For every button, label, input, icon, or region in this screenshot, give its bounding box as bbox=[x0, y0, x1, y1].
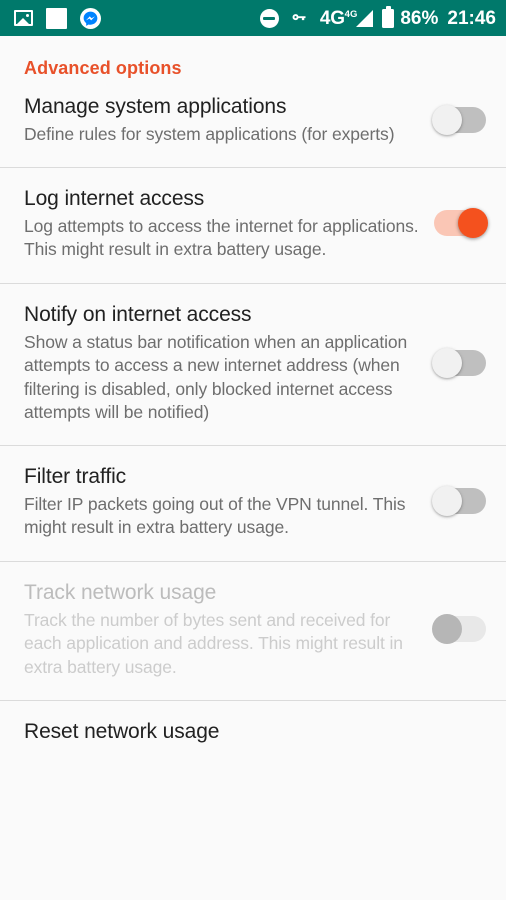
status-bar: 4G 4G 86% 21:46 bbox=[0, 0, 506, 36]
pref-row-track-network-usage: Track network usage Track the number of … bbox=[0, 561, 506, 700]
pref-row-manage-system-applications[interactable]: Manage system applications Define rules … bbox=[0, 79, 506, 167]
pref-text-block: Filter traffic Filter IP packets going o… bbox=[24, 463, 432, 540]
photo-icon bbox=[14, 10, 33, 26]
network-superscript-label: 4G bbox=[344, 8, 358, 20]
switch-log-internet-access[interactable] bbox=[432, 206, 488, 240]
pref-text-block: Notify on internet access Show a status … bbox=[24, 301, 432, 425]
pref-title: Filter traffic bbox=[24, 464, 127, 488]
battery-icon bbox=[382, 5, 395, 28]
pref-row-reset-network-usage[interactable]: Reset network usage bbox=[0, 701, 506, 745]
clock-label: 21:46 bbox=[447, 7, 496, 29]
pref-title: Log internet access bbox=[24, 186, 205, 210]
signal-indicator: 4G 4G bbox=[319, 7, 374, 29]
pref-text-block: Log internet access Log attempts to acce… bbox=[24, 185, 432, 262]
battery-percent-label: 86% bbox=[400, 7, 439, 29]
pref-summary: Log attempts to access the internet for … bbox=[24, 215, 419, 260]
switch-knob bbox=[432, 486, 462, 516]
signal-bars-icon bbox=[356, 9, 374, 27]
pref-text-block: Track network usage Track the number of … bbox=[24, 579, 432, 680]
pref-text-block: Manage system applications Define rules … bbox=[24, 93, 432, 147]
switch-knob bbox=[458, 208, 488, 238]
switch-knob bbox=[432, 104, 462, 135]
switch-manage-system-applications[interactable] bbox=[432, 103, 488, 137]
app-screen: 4G 4G 86% 21:46 Advanced options Manage … bbox=[0, 0, 506, 900]
switch-knob bbox=[432, 613, 462, 644]
white-square-icon bbox=[46, 7, 67, 29]
do-not-disturb-icon bbox=[259, 8, 279, 28]
switch-knob bbox=[432, 347, 462, 378]
vpn-key-icon bbox=[288, 9, 311, 28]
pref-row-log-internet-access[interactable]: Log internet access Log attempts to acce… bbox=[0, 167, 506, 283]
pref-summary: Filter IP packets going out of the VPN t… bbox=[24, 493, 406, 538]
pref-summary: Track the number of bytes sent and recei… bbox=[24, 609, 403, 677]
pref-summary: Define rules for system applications (fo… bbox=[24, 124, 395, 144]
section-header-advanced-options: Advanced options bbox=[24, 58, 182, 78]
network-type-label: 4G bbox=[319, 7, 345, 29]
pref-title: Manage system applications bbox=[24, 95, 287, 118]
switch-track-network-usage bbox=[432, 612, 488, 646]
status-bar-right-icons: 4G 4G 86% 21:46 bbox=[259, 5, 496, 29]
pref-title: Reset network usage bbox=[24, 720, 220, 743]
pref-row-filter-traffic[interactable]: Filter traffic Filter IP packets going o… bbox=[0, 445, 506, 561]
pref-row-notify-on-internet-access[interactable]: Notify on internet access Show a status … bbox=[0, 283, 506, 445]
pref-title: Track network usage bbox=[24, 580, 217, 604]
pref-summary: Show a status bar notification when an a… bbox=[24, 331, 408, 423]
pref-title: Notify on internet access bbox=[24, 302, 252, 326]
settings-list: Advanced options Manage system applicati… bbox=[0, 36, 506, 745]
status-bar-left-icons bbox=[14, 7, 101, 29]
switch-filter-traffic[interactable] bbox=[432, 484, 488, 518]
messenger-icon bbox=[80, 7, 101, 29]
switch-notify-on-internet-access[interactable] bbox=[432, 346, 488, 380]
pref-text-block: Reset network usage bbox=[24, 718, 488, 745]
